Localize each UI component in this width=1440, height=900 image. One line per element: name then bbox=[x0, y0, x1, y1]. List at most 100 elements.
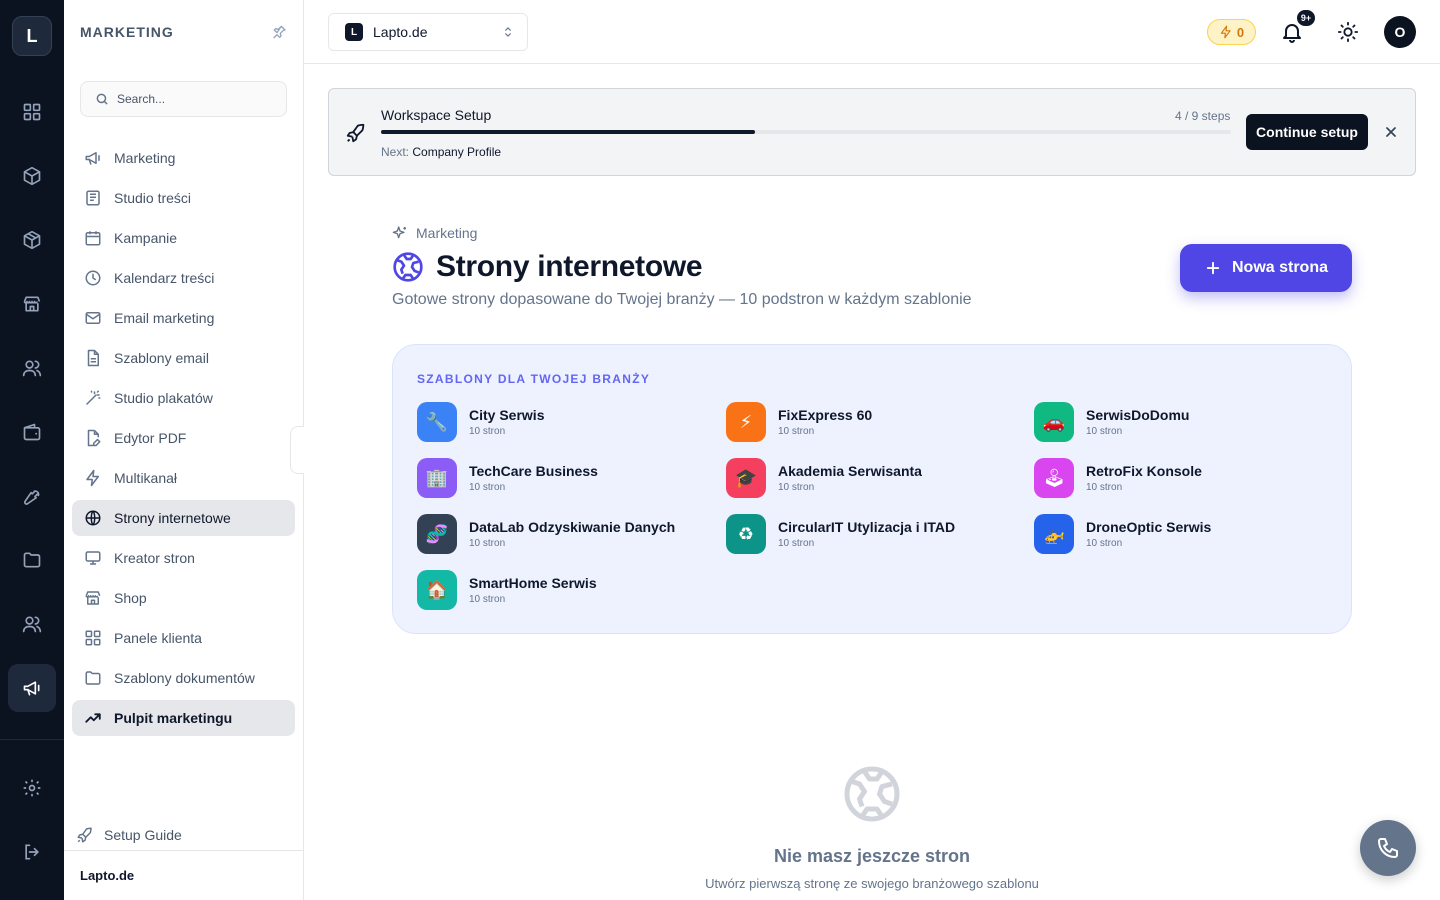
sidebar-item-marketing[interactable]: Marketing bbox=[72, 140, 295, 176]
phone-support-button[interactable] bbox=[1360, 820, 1416, 876]
workspace-setup-banner: Workspace Setup 4 / 9 steps Next: Compan… bbox=[328, 88, 1416, 176]
template-name: DroneOptic Serwis bbox=[1086, 519, 1212, 535]
template-name: SmartHome Serwis bbox=[469, 575, 597, 591]
template-item[interactable]: 🕹 RetroFix Konsole 10 stron bbox=[1034, 458, 1202, 498]
sidebar-item-content-studio[interactable]: Studio treści bbox=[72, 180, 295, 216]
notifications-badge: 9+ bbox=[1297, 10, 1315, 26]
template-item[interactable]: 🏠 SmartHome Serwis 10 stron bbox=[417, 570, 597, 610]
sidebar-collapse-handle[interactable] bbox=[290, 426, 304, 474]
template-item[interactable]: 🔧 City Serwis 10 stron bbox=[417, 402, 544, 442]
template-item[interactable]: 🧬 DataLab Odzyskiwanie Danych 10 stron bbox=[417, 514, 675, 554]
template-icon: 🚁 bbox=[1034, 514, 1074, 554]
sidebar-item-email-templates[interactable]: Szablony email bbox=[72, 340, 295, 376]
rail-finance-button[interactable] bbox=[8, 408, 56, 456]
theme-toggle-sun-icon[interactable] bbox=[1337, 21, 1359, 43]
template-icon: 🧬 bbox=[417, 514, 457, 554]
rail-customers-button[interactable] bbox=[8, 344, 56, 392]
sidebar-item-marketing-dashboard[interactable]: Pulpit marketingu bbox=[72, 700, 295, 736]
sidebar-item-content-calendar[interactable]: Kalendarz treści bbox=[72, 260, 295, 296]
template-icon: 🚗 bbox=[1034, 402, 1074, 442]
sidebar-item-label: Studio treści bbox=[114, 190, 192, 206]
template-item[interactable]: ⚡ FixExpress 60 10 stron bbox=[726, 402, 872, 442]
template-item[interactable]: 🚗 SerwisDoDomu 10 stron bbox=[1034, 402, 1189, 442]
folder-icon bbox=[84, 669, 102, 687]
sidebar-search-input[interactable] bbox=[117, 92, 267, 106]
breadcrumb-label[interactable]: Marketing bbox=[416, 225, 477, 241]
clock-icon bbox=[84, 269, 102, 287]
template-item[interactable]: 🚁 DroneOptic Serwis 10 stron bbox=[1034, 514, 1211, 554]
grid-icon bbox=[84, 629, 102, 647]
wand-icon bbox=[84, 389, 102, 407]
new-website-button[interactable]: Nowa strona bbox=[1180, 244, 1352, 292]
rail-team-button[interactable] bbox=[8, 600, 56, 648]
rail-files-button[interactable] bbox=[8, 536, 56, 584]
app-logo[interactable]: L bbox=[12, 16, 52, 56]
rail-service-button[interactable] bbox=[8, 472, 56, 520]
sidebar-item-label: Kreator stron bbox=[114, 550, 195, 566]
template-icon: 🎓 bbox=[726, 458, 766, 498]
template-name: DataLab Odzyskiwanie Danych bbox=[469, 519, 676, 535]
newspaper-icon bbox=[84, 189, 102, 207]
template-icon: 🏠 bbox=[417, 570, 457, 610]
rail-dashboard-button[interactable] bbox=[8, 88, 56, 136]
search-icon bbox=[95, 92, 109, 106]
sidebar-item-pdf-editor[interactable]: Edytor PDF bbox=[72, 420, 295, 456]
template-item[interactable]: ♻ CircularIT Utylizacja i ITAD 10 stron bbox=[726, 514, 955, 554]
sidebar-item-label: Szablony email bbox=[114, 350, 209, 366]
sidebar-item-label: Kampanie bbox=[114, 230, 178, 246]
calendar-icon bbox=[84, 229, 102, 247]
monitor-icon bbox=[84, 549, 102, 567]
earth-icon bbox=[392, 251, 424, 283]
sidebar-search bbox=[80, 81, 287, 117]
template-name: CircularIT Utylizacja i ITAD bbox=[778, 519, 956, 535]
sidebar-item-websites[interactable]: Strony internetowe bbox=[72, 500, 295, 536]
sidebar-item-client-panels[interactable]: Panele klienta bbox=[72, 620, 295, 656]
user-avatar[interactable]: O bbox=[1384, 16, 1416, 48]
earth-icon bbox=[842, 764, 902, 824]
template-name: TechCare Business bbox=[469, 463, 598, 479]
rail-settings-button[interactable] bbox=[8, 764, 56, 812]
rocket-icon bbox=[76, 826, 94, 844]
sidebar-item-label: Pulpit marketingu bbox=[114, 710, 233, 726]
chevron-up-down-icon bbox=[501, 25, 515, 39]
template-page-count: 10 stron bbox=[1086, 426, 1123, 437]
rail-marketing-button[interactable] bbox=[8, 664, 56, 712]
rail-products-button[interactable] bbox=[8, 152, 56, 200]
rail-inventory-button[interactable] bbox=[8, 216, 56, 264]
template-icon: ♻ bbox=[726, 514, 766, 554]
globe-icon bbox=[84, 509, 102, 527]
package-icon bbox=[22, 166, 42, 186]
template-name: City Serwis bbox=[469, 407, 545, 423]
users-icon bbox=[22, 358, 42, 378]
close-icon[interactable] bbox=[1383, 124, 1399, 140]
box-icon bbox=[22, 230, 42, 250]
setup-progress-bar bbox=[381, 130, 1231, 134]
template-item[interactable]: 🏢 TechCare Business 10 stron bbox=[417, 458, 598, 498]
mail-icon bbox=[84, 309, 102, 327]
setup-next-value: Company Profile bbox=[412, 145, 502, 159]
industry-templates-card: SZABLONY DLA TWOJEJ BRANŻY 🔧 City Serwis 1… bbox=[392, 344, 1352, 634]
sidebar-item-document-templates[interactable]: Szablony dokumentów bbox=[72, 660, 295, 696]
sidebar-item-poster-studio[interactable]: Studio plakatów bbox=[72, 380, 295, 416]
template-item[interactable]: 🎓 Akademia Serwisanta 10 stron bbox=[726, 458, 922, 498]
page-title-text: Strony internetowe bbox=[436, 250, 703, 283]
store-icon bbox=[22, 294, 42, 314]
file-edit-icon bbox=[84, 429, 102, 447]
sidebar-item-label: Studio plakatów bbox=[114, 390, 213, 406]
rail-store-button[interactable] bbox=[8, 280, 56, 328]
sidebar-item-email-marketing[interactable]: Email marketing bbox=[72, 300, 295, 336]
sidebar-item-multichannel[interactable]: Multikanał bbox=[72, 460, 295, 496]
setup-guide-link[interactable]: Setup Guide bbox=[76, 826, 182, 844]
pin-icon[interactable] bbox=[271, 24, 287, 40]
template-page-count: 10 stron bbox=[469, 426, 506, 437]
folder-icon bbox=[22, 550, 42, 570]
template-icon: 🕹 bbox=[1034, 458, 1074, 498]
continue-setup-button[interactable]: Continue setup bbox=[1246, 114, 1368, 150]
template-page-count: 10 stron bbox=[469, 538, 506, 549]
workspace-selector[interactable]: L Lapto.de bbox=[328, 13, 528, 51]
team-icon bbox=[22, 614, 42, 634]
sidebar-item-site-builder[interactable]: Kreator stron bbox=[72, 540, 295, 576]
sidebar-item-campaigns[interactable]: Kampanie bbox=[72, 220, 295, 256]
sidebar-item-shop[interactable]: Shop bbox=[72, 580, 295, 616]
credits-badge[interactable]: 0 bbox=[1207, 19, 1256, 45]
